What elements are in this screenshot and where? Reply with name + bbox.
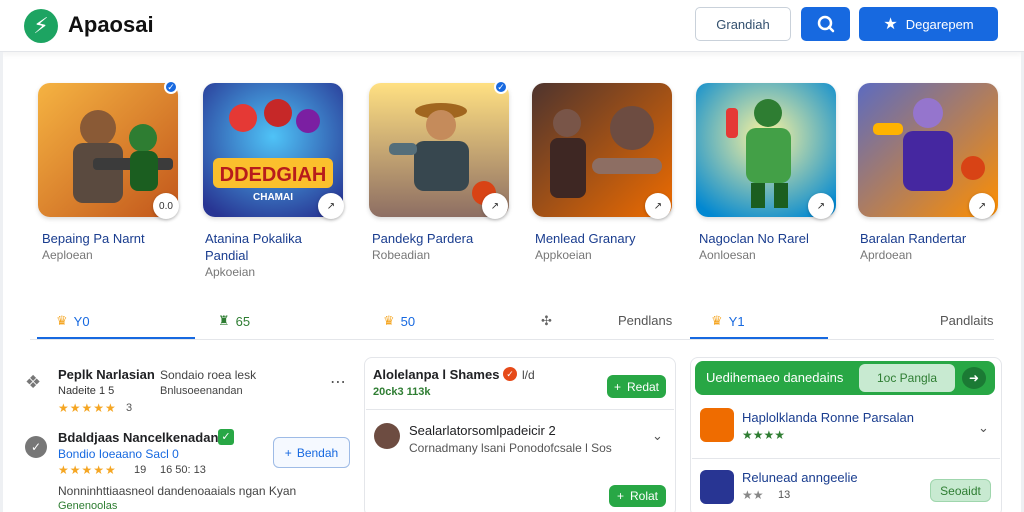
promo-banner-text: Uedihemaeo danedains xyxy=(706,370,844,385)
plus-icon: + xyxy=(284,445,292,460)
star-icon: ★ xyxy=(883,16,898,33)
rating-count: 3 xyxy=(126,402,133,414)
follow-button[interactable]: + Bendah xyxy=(273,437,350,468)
rating-count: 19 xyxy=(134,464,147,476)
rating-pill: ↗ xyxy=(645,193,671,219)
tab-bar: ♛ Y0 ♜ 65 ♛ 50 ✣ Pendlans ♛ Y1 Pandlaits xyxy=(0,305,1024,340)
game-category: Aeploean xyxy=(42,248,93,262)
game-title[interactable]: Nagoclan No Rarel xyxy=(699,230,809,247)
item-description: Sondaio roea lesk xyxy=(160,368,257,382)
rating-pill: 0.0 xyxy=(153,193,179,219)
panel-meta: 20ck3 113k xyxy=(373,386,431,398)
game-title[interactable]: Pandekg Pardera xyxy=(372,230,473,247)
tab-item[interactable]: Pandlaits xyxy=(940,313,993,328)
rating-pill: ↗ xyxy=(482,193,508,219)
trophy-icon: ♜ xyxy=(218,313,230,328)
action-button[interactable]: + Redat xyxy=(607,375,666,398)
rating-stars: ★★★★★ xyxy=(58,463,117,477)
promo-banner-button[interactable]: 1oc Pangla xyxy=(859,364,955,392)
action-button[interactable]: + Rolat xyxy=(609,485,666,507)
tab-item[interactable]: ♛ Y0 xyxy=(56,313,90,329)
item-description: Nonninhttiaasneol dandenoaaials ngan Kya… xyxy=(58,484,297,498)
app-name: Apaosai xyxy=(68,12,154,37)
item-subtitle: Bondio Ioeaano Sacl 0 xyxy=(58,447,179,461)
item-description: Bnlusoeenandan xyxy=(160,385,243,397)
game-category: Robeadian xyxy=(372,248,431,262)
rating-stars: ★★ xyxy=(742,488,764,502)
search-icon xyxy=(817,15,834,33)
tab-item[interactable]: ♛ Y1 xyxy=(711,313,745,329)
crown-icon: ♛ xyxy=(56,313,68,328)
crown-icon: ♛ xyxy=(711,313,723,328)
item-title[interactable]: Haplolklanda Ronne Parsalan xyxy=(742,410,914,425)
game-category: Appkoeian xyxy=(535,248,592,262)
panel-divider xyxy=(366,409,674,410)
plus-icon: + xyxy=(616,489,624,503)
rating-count: 13 xyxy=(778,489,791,501)
panel-title: Alolelanpa l Shames xyxy=(373,367,500,382)
action-button[interactable]: Seoaidt xyxy=(930,479,991,502)
tab-divider xyxy=(30,339,994,340)
tab-item[interactable]: ♜ 65 xyxy=(218,313,250,329)
item-subtitle: Nadeite 1 5 xyxy=(58,385,115,397)
panel-divider xyxy=(692,458,1000,459)
chevron-down-icon[interactable]: ⌄ xyxy=(978,420,989,436)
rating-stars: ★★★★ xyxy=(742,428,786,442)
art-title-text: DDEDGIAH xyxy=(220,164,327,186)
logo-icon: ⚡ xyxy=(24,9,58,43)
game-title[interactable]: Bepaing Pa Narnt xyxy=(42,230,145,247)
plus-icon: + xyxy=(613,379,621,394)
user-description: Cornadmany lsani Ponodofcsale l Sos xyxy=(409,441,612,455)
tab-item[interactable]: ♛ 50 xyxy=(383,313,415,329)
user-name[interactable]: Sealarlatorsomlpadeicir 2 xyxy=(409,423,556,438)
rating-pill: ↗ xyxy=(969,193,995,219)
item-title[interactable]: Bdaldjaas Nancelkenadans xyxy=(58,430,226,445)
outline-button[interactable]: Grandiah xyxy=(695,7,791,41)
rating-pill: ↗ xyxy=(318,193,344,219)
more-options-icon[interactable]: ⋯ xyxy=(330,372,346,392)
tab-item[interactable]: Pendlans xyxy=(618,313,672,328)
item-title[interactable]: Relunead anngeelie xyxy=(742,470,858,485)
game-thumbnail[interactable] xyxy=(700,470,734,504)
search-button[interactable] xyxy=(801,7,850,41)
art-subtitle-text: CHAMAI xyxy=(253,192,293,203)
item-meta: 16 50: 13 xyxy=(160,464,206,476)
tab-item[interactable]: ✣ xyxy=(541,313,558,329)
rating-pill: ↗ xyxy=(808,193,834,219)
chevron-down-icon[interactable]: ⌄ xyxy=(652,428,663,444)
verified-check-icon: ✓ xyxy=(218,429,234,445)
rating-stars: ★★★★★ xyxy=(58,401,117,415)
puzzle-icon: ✣ xyxy=(541,313,552,328)
game-title[interactable]: Baralan Randertar xyxy=(860,230,966,247)
arrow-icon[interactable]: ➜ xyxy=(962,367,986,389)
game-title[interactable]: Atanina Pokalika Pandial xyxy=(205,230,335,264)
verified-badge-icon: ✓ xyxy=(503,367,517,381)
avatar xyxy=(374,423,400,449)
top-bar: ⚡ Apaosai Grandiah ★ Degarepem xyxy=(0,0,1024,52)
tag-icon: ❖ xyxy=(25,372,42,392)
primary-button[interactable]: ★ Degarepem xyxy=(859,7,998,41)
crown-icon: ♛ xyxy=(383,313,395,328)
game-title[interactable]: Menlead Granary xyxy=(535,230,635,247)
panel-title-suffix: l/d xyxy=(522,368,535,382)
game-category: Aonloesan xyxy=(699,248,756,262)
item-tag: Genenoolas xyxy=(58,500,118,512)
game-category: Apkoeian xyxy=(205,265,256,279)
item-title[interactable]: Peplk Narlasian xyxy=(58,367,155,382)
game-category: Aprdoean xyxy=(860,248,913,262)
verified-badge-icon: ✓ xyxy=(494,80,508,94)
check-circle-icon: ✓ xyxy=(25,436,47,458)
verified-badge-icon: ✓ xyxy=(164,80,178,94)
game-thumbnail[interactable] xyxy=(700,408,734,442)
